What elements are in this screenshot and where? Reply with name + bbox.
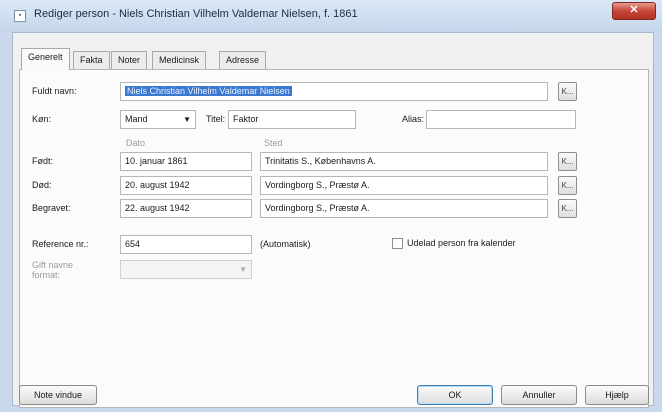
reference-field[interactable]: 654: [120, 235, 252, 254]
tab-fakta[interactable]: Fakta: [73, 51, 110, 69]
born-k-button[interactable]: K...: [558, 152, 577, 171]
gender-label: Køn:: [32, 114, 52, 124]
tab-noter[interactable]: Noter: [111, 51, 148, 69]
buried-date-field[interactable]: 22. august 1942: [120, 199, 252, 218]
alias-label: Alias:: [402, 114, 425, 124]
tab-panel-generelt: Fuldt navn: Niels Christian Vilhelm Vald…: [19, 69, 649, 408]
married-name-format-label-line1: Gift navne: [32, 260, 74, 270]
full-name-k-button[interactable]: K...: [558, 82, 577, 101]
place-column-header: Sted: [264, 138, 283, 148]
ok-button[interactable]: OK: [417, 385, 493, 405]
tab-adresse[interactable]: Adresse: [219, 51, 267, 69]
gender-value: Mand: [125, 114, 148, 124]
chevron-down-icon: ▼: [239, 265, 247, 274]
cancel-button[interactable]: Annuller: [501, 385, 577, 405]
married-name-format-label-line2: format:: [32, 270, 61, 280]
full-name-label: Fuldt navn:: [32, 86, 77, 96]
died-place-field[interactable]: Vordingborg S., Præstø A.: [260, 176, 548, 195]
died-label: Død:: [32, 180, 52, 190]
close-button[interactable]: ✕: [612, 2, 656, 20]
help-button[interactable]: Hjælp: [585, 385, 649, 405]
title-label: Titel:: [206, 114, 226, 124]
died-k-button[interactable]: K...: [558, 176, 577, 195]
died-date-field[interactable]: 20. august 1942: [120, 176, 252, 195]
exclude-calendar-checkbox[interactable]: [392, 238, 403, 249]
exclude-calendar-label: Udelad person fra kalender: [407, 238, 516, 248]
note-window-button[interactable]: Note vindue: [19, 385, 97, 405]
chevron-down-icon: ▼: [183, 115, 191, 124]
born-date-field[interactable]: 10. januar 1861: [120, 152, 252, 171]
window-icon: ▪: [14, 10, 26, 22]
automatic-label: (Automatisk): [260, 239, 311, 249]
gender-select[interactable]: Mand ▼: [120, 110, 196, 129]
full-name-field[interactable]: Niels Christian Vilhelm Valdemar Nielsen: [120, 82, 548, 101]
title-field[interactable]: Faktor: [228, 110, 356, 129]
born-place-field[interactable]: Trinitatis S., Københavns A.: [260, 152, 548, 171]
date-column-header: Dato: [126, 138, 146, 148]
buried-place-field[interactable]: Vordingborg S., Præstø A.: [260, 199, 548, 218]
married-name-format-select[interactable]: ▼: [120, 260, 252, 279]
tab-medicinsk[interactable]: Medicinsk: [152, 51, 207, 69]
reference-label: Reference nr.:: [32, 239, 89, 249]
full-name-value: Niels Christian Vilhelm Valdemar Nielsen: [125, 86, 292, 96]
tab-generelt[interactable]: Generelt: [21, 48, 70, 70]
buried-label: Begravet:: [32, 203, 71, 213]
born-label: Født:: [32, 156, 54, 166]
alias-field[interactable]: [426, 110, 576, 129]
dialog-client-area: Generelt Fakta Noter Medicinsk Adresse F…: [12, 32, 654, 408]
buried-k-button[interactable]: K...: [558, 199, 577, 218]
window-title: Rediger person - Niels Christian Vilhelm…: [34, 8, 358, 20]
